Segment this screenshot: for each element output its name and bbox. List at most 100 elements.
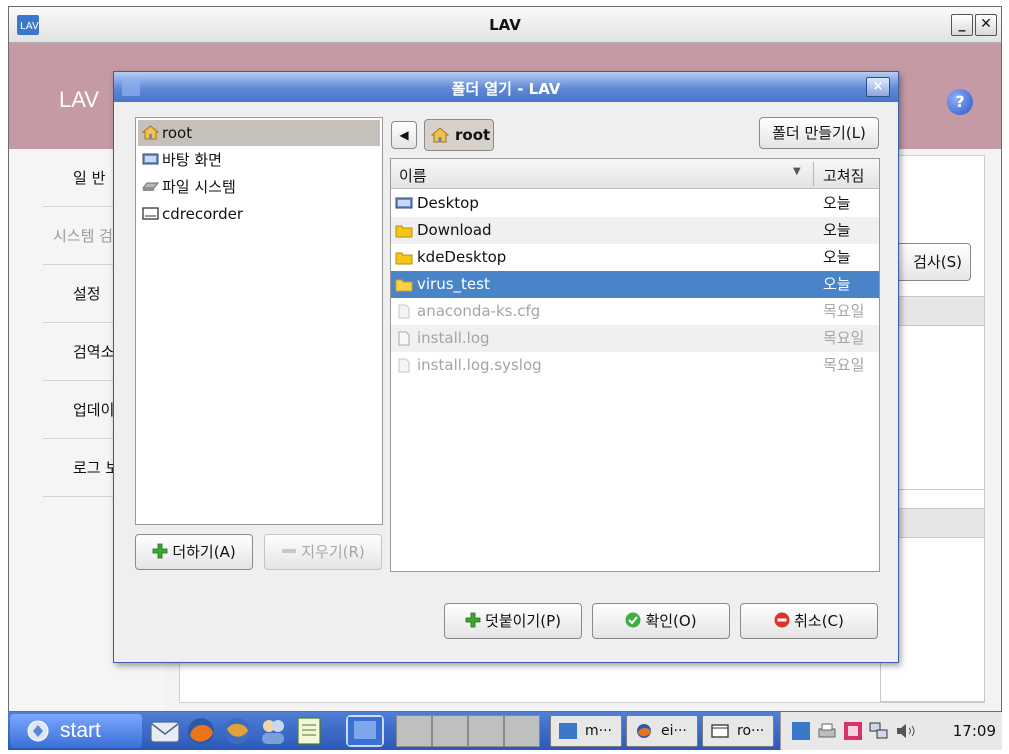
users-icon[interactable] <box>256 715 290 747</box>
file-modified: 오늘 <box>823 248 851 266</box>
cancel-button[interactable]: 취소(C) <box>740 603 878 639</box>
file-icon <box>398 304 410 319</box>
open-folder-dialog: 폴더 열기 - LAV × root 바탕 화면 파일 시스템 cdrecord… <box>113 71 899 663</box>
workspace-1[interactable] <box>396 715 432 747</box>
file-modified: 오늘 <box>823 275 851 293</box>
folder-icon <box>395 225 413 238</box>
task-button-browser[interactable]: ei··· <box>626 715 698 747</box>
place-item-root[interactable]: root <box>138 120 380 146</box>
place-item-cdrecorder[interactable]: cdrecorder <box>138 201 380 227</box>
window-icon <box>711 724 729 738</box>
remove-place-label: 지우기(R) <box>301 543 365 561</box>
make-folder-button[interactable]: 폴더 만들기(L) <box>759 117 879 149</box>
file-row[interactable]: Desktop 오늘 <box>391 190 879 217</box>
file-name: virus_test <box>417 275 490 293</box>
network-icon[interactable] <box>869 721 889 741</box>
plus-icon <box>465 612 481 628</box>
place-item-desktop[interactable]: 바탕 화면 <box>138 147 380 173</box>
file-icon <box>398 358 410 373</box>
file-name: Download <box>417 221 492 239</box>
file-name: install.log <box>417 329 490 347</box>
home-folder-icon <box>431 127 449 143</box>
scan-button[interactable]: 검사(S) <box>889 243 971 281</box>
mail-client-icon[interactable] <box>148 715 182 747</box>
file-row[interactable]: kdeDesktop 오늘 <box>391 244 879 271</box>
dialog-title: 폴더 열기 - LAV <box>451 80 561 98</box>
file-name: install.log.syslog <box>417 356 542 374</box>
add-place-button[interactable]: 더하기(A) <box>135 534 253 570</box>
attach-button[interactable]: 덧붙이기(P) <box>444 603 582 639</box>
start-label: start <box>60 719 101 742</box>
workspace-3[interactable] <box>468 715 504 747</box>
folder-icon <box>395 279 413 292</box>
start-logo-icon <box>27 720 49 742</box>
main-window-title: LAV <box>489 16 521 34</box>
cancel-icon <box>774 612 790 628</box>
file-row[interactable]: install.log 목요일 <box>391 325 879 352</box>
drive-icon <box>142 182 159 191</box>
sort-descending-icon[interactable]: ▼ <box>793 166 801 177</box>
path-back-button[interactable]: ◀ <box>391 121 417 149</box>
file-row[interactable]: install.log.syslog 목요일 <box>391 352 879 379</box>
task-button-lav[interactable]: m··· <box>550 715 622 747</box>
lav-taskbar-icon[interactable] <box>346 715 384 747</box>
file-name: kdeDesktop <box>417 248 507 266</box>
task-label: ro··· <box>737 723 765 739</box>
system-tray: 17:09 <box>780 712 1002 750</box>
file-modified: 목요일 <box>823 302 865 320</box>
task-label: m··· <box>585 723 612 739</box>
task-label: ei··· <box>661 723 687 739</box>
dialog-close-button[interactable]: × <box>866 77 890 97</box>
file-name: Desktop <box>417 194 479 212</box>
file-list: 이름 ▼ 고쳐짐 Desktop 오늘 Download 오늘 kdeDeskt… <box>390 158 880 572</box>
file-modified: 오늘 <box>823 194 851 212</box>
desktop-icon <box>142 153 159 165</box>
folder-icon <box>395 252 413 265</box>
plus-icon <box>152 543 168 559</box>
workspace-4[interactable] <box>504 715 540 747</box>
place-label: cdrecorder <box>162 205 244 223</box>
desktop-icon <box>395 197 413 209</box>
cd-drive-icon <box>142 207 159 220</box>
printer-icon[interactable] <box>817 721 837 741</box>
volume-icon[interactable] <box>895 721 921 741</box>
file-row[interactable]: Download 오늘 <box>391 217 879 244</box>
task-button-root-window[interactable]: ro··· <box>702 715 774 747</box>
column-divider[interactable] <box>813 162 814 186</box>
lav-tray-icon[interactable] <box>791 721 811 741</box>
file-row-selected[interactable]: virus_test 오늘 <box>391 271 879 298</box>
column-header-modified[interactable]: 고쳐짐 <box>823 165 864 186</box>
place-label: 바탕 화면 <box>162 151 222 169</box>
place-label: root <box>162 124 193 142</box>
workspace-2[interactable] <box>432 715 468 747</box>
remove-place-button[interactable]: 지우기(R) <box>264 534 382 570</box>
file-row[interactable]: anaconda-ks.cfg 목요일 <box>391 298 879 325</box>
minus-icon <box>282 549 297 553</box>
place-label: 파일 시스템 <box>162 178 236 196</box>
cancel-label: 취소(C) <box>794 612 844 630</box>
help-icon[interactable]: ? <box>947 89 973 115</box>
close-window-button[interactable]: ✕ <box>975 14 997 36</box>
notes-icon[interactable] <box>843 721 863 741</box>
column-header-name[interactable]: 이름 <box>399 165 427 186</box>
file-icon <box>398 331 410 346</box>
home-folder-icon <box>142 125 159 140</box>
attach-label: 덧붙이기(P) <box>485 612 561 630</box>
firefox-icon[interactable] <box>184 715 218 747</box>
start-button[interactable]: start <box>10 714 142 748</box>
file-modified: 오늘 <box>823 221 851 239</box>
path-crumb-label: root <box>455 126 491 144</box>
file-list-header: 이름 ▼ 고쳐짐 <box>391 159 879 189</box>
thunderbird-icon[interactable] <box>220 715 254 747</box>
text-editor-icon[interactable] <box>292 715 326 747</box>
main-titlebar[interactable]: LAV LAV _ ✕ <box>9 7 1001 43</box>
clock[interactable]: 17:09 <box>953 722 996 740</box>
file-modified: 목요일 <box>823 329 865 347</box>
firefox-icon <box>637 724 651 738</box>
ok-button[interactable]: 확인(O) <box>592 603 730 639</box>
path-crumb-root[interactable]: root <box>424 119 494 151</box>
minimize-button[interactable]: _ <box>951 14 973 36</box>
app-header-title: LAV <box>59 87 99 112</box>
dialog-titlebar[interactable]: 폴더 열기 - LAV × <box>114 72 898 102</box>
place-item-filesystem[interactable]: 파일 시스템 <box>138 174 380 200</box>
